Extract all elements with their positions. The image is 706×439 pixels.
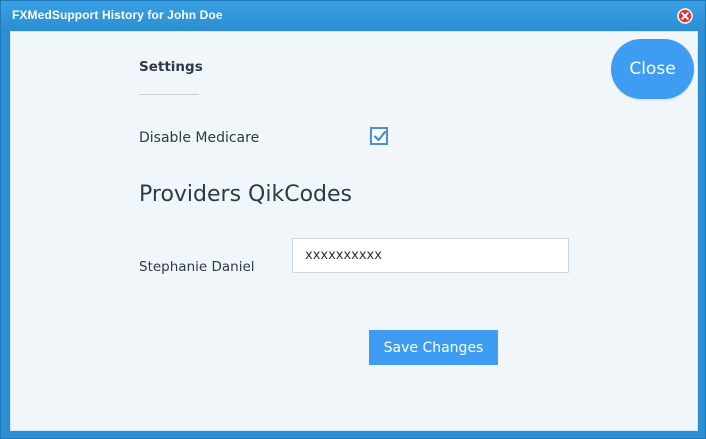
settings-divider <box>139 94 199 95</box>
disable-medicare-checkbox[interactable] <box>370 127 388 145</box>
settings-heading: Settings <box>139 59 203 75</box>
close-button[interactable]: Close <box>611 39 694 99</box>
qikcode-input[interactable] <box>292 238 569 273</box>
titlebar: FXMedSupport History for John Doe <box>1 1 705 31</box>
window-title: FXMedSupport History for John Doe <box>12 8 223 22</box>
provider-name: Stephanie Daniel <box>139 259 255 275</box>
providers-heading: Providers QikCodes <box>139 182 352 207</box>
checkmark-icon <box>373 130 387 142</box>
modal-content: Close Settings Disable Medicare Provider… <box>10 31 698 431</box>
modal-window: FXMedSupport History for John Doe Close … <box>0 0 706 439</box>
save-changes-button[interactable]: Save Changes <box>369 330 498 365</box>
disable-medicare-label: Disable Medicare <box>139 130 260 146</box>
close-window-icon[interactable] <box>677 8 693 24</box>
